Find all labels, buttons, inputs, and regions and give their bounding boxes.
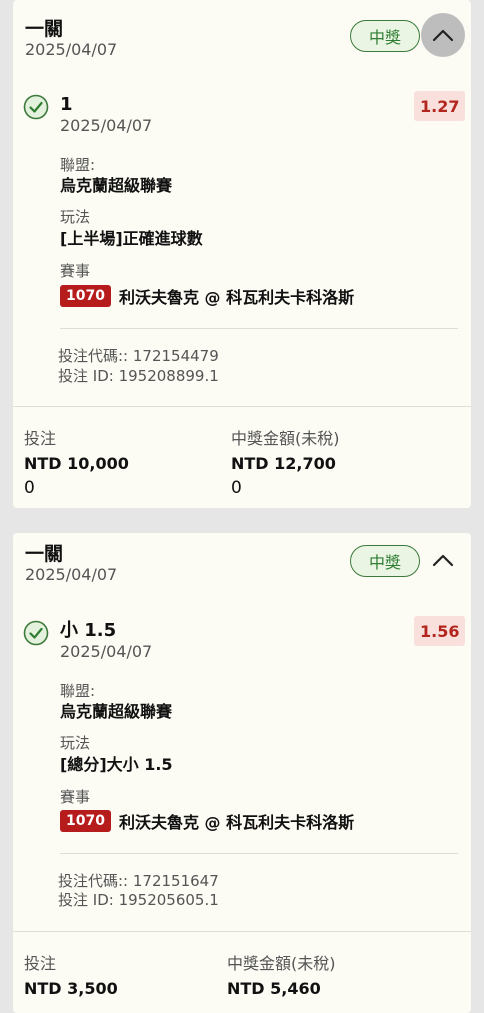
bet-id: 投注 ID: 195208899.1 — [58, 367, 219, 385]
stake-value: NTD 10,000 — [24, 454, 129, 473]
divider — [13, 931, 471, 932]
event-code-badge: 1070 — [60, 285, 111, 307]
league-label: 聯盟: — [60, 156, 96, 174]
selection-name: 1 — [60, 94, 73, 115]
odds-badge: 1.27 — [414, 91, 466, 121]
payout-value: NTD 5,460 — [227, 979, 321, 998]
market-label: 玩法 — [60, 734, 91, 752]
bet-code: 投注代碼:: 172151647 — [58, 872, 219, 890]
stake-label: 投注 — [24, 954, 57, 973]
bet-id: 投注 ID: 195205605.1 — [58, 891, 219, 909]
odds-badge: 1.56 — [414, 616, 466, 646]
payout-value: NTD 12,700 — [231, 454, 336, 473]
market-label: 玩法 — [60, 208, 91, 226]
selection-date: 2025/04/07 — [60, 642, 153, 661]
bet-type: 一關 — [25, 18, 64, 40]
check-circle-icon — [23, 620, 49, 646]
event-name: 利沃夫魯克 @ 科瓦利夫卡科洛斯 — [118, 288, 355, 307]
league-value: 烏克蘭超級聯賽 — [60, 702, 173, 721]
event-row: 1070 利沃夫魯克 @ 科瓦利夫卡科洛斯 — [60, 809, 354, 833]
event-row: 1070 利沃夫魯克 @ 科瓦利夫卡科洛斯 — [60, 284, 354, 308]
bet-code: 投注代碼:: 172154479 — [58, 347, 219, 365]
market-value: [上半場]正確進球數 — [60, 229, 203, 248]
event-code-badge: 1070 — [60, 810, 111, 832]
bet-date: 2025/04/07 — [25, 565, 118, 584]
collapse-button[interactable] — [421, 13, 465, 57]
payout-label: 中獎金額(未稅) — [231, 429, 340, 448]
stake-value: NTD 3,500 — [24, 979, 118, 998]
chevron-up-icon — [432, 29, 454, 42]
bet-card: 一關 2025/04/07 中獎 1 2025/04/07 1.27 聯盟: 烏… — [13, 0, 471, 508]
event-label: 賽事 — [60, 788, 91, 806]
event-name: 利沃夫魯克 @ 科瓦利夫卡科洛斯 — [118, 813, 355, 832]
won-status-badge: 中獎 — [350, 20, 420, 52]
stake-label: 投注 — [24, 429, 57, 448]
market-value: [總分]大小 1.5 — [60, 755, 173, 774]
bet-header: 一關 2025/04/07 — [25, 18, 117, 60]
bet-card: 一關 2025/04/07 中獎 小 1.5 2025/04/07 1.56 聯… — [13, 533, 471, 1013]
chevron-up-icon — [432, 554, 454, 567]
payout-label: 中獎金額(未稅) — [227, 954, 336, 973]
stake-extra: 0 — [24, 478, 35, 498]
bet-date: 2025/04/07 — [25, 40, 118, 59]
payout-extra: 0 — [231, 478, 242, 498]
bet-header: 一關 2025/04/07 — [25, 543, 117, 585]
selection-name: 小 1.5 — [60, 620, 117, 641]
divider — [13, 406, 471, 407]
check-circle-icon — [23, 94, 49, 120]
collapse-button[interactable] — [421, 538, 465, 582]
won-status-badge: 中獎 — [350, 545, 420, 577]
selection-date: 2025/04/07 — [60, 116, 153, 135]
divider — [60, 853, 458, 854]
bet-type: 一關 — [25, 543, 64, 565]
league-label: 聯盟: — [60, 682, 96, 700]
league-value: 烏克蘭超級聯賽 — [60, 176, 173, 195]
divider — [60, 328, 458, 329]
event-label: 賽事 — [60, 262, 91, 280]
